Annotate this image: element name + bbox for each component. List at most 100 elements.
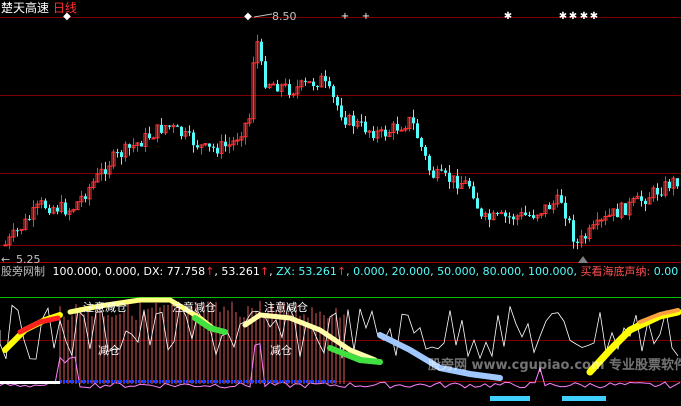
candle-down <box>504 212 507 217</box>
candle-down <box>396 123 399 131</box>
dx-label: DX: <box>143 265 164 278</box>
signal-dot <box>93 380 95 383</box>
annotation-reduce-1: 注意减仓 <box>83 301 127 314</box>
signal-dot <box>225 380 227 383</box>
signal-dot <box>300 380 302 383</box>
candle-up <box>399 129 404 132</box>
signal-strip <box>490 396 530 401</box>
signal-dot <box>249 380 251 383</box>
signal-dot <box>318 380 320 383</box>
signal-dot <box>141 380 143 383</box>
signal-value: 0.00 <box>653 265 679 278</box>
signal-dot <box>315 380 317 383</box>
candle-down <box>448 172 451 182</box>
signal-dot <box>291 380 293 383</box>
indicator-name: 股旁网制 <box>1 265 45 278</box>
up-arrow-icon: ↑ <box>336 265 347 278</box>
stock-chart-window: ← ◆ ◆ + + ✱ ✱ ✱ ✱ ✱ 楚天高速 日线 8.50 5.25 股旁网制 100.00… <box>0 0 681 406</box>
candle-down <box>312 81 315 87</box>
candle-down <box>216 147 219 154</box>
candle-down <box>336 97 339 106</box>
signal-dot <box>216 380 218 383</box>
signal-dot <box>186 380 188 383</box>
indicator-rest: 0.000, 20.000, 50.000, 80.000, 100.000, <box>353 265 578 278</box>
signal-dot <box>108 380 110 383</box>
signal-dot <box>213 380 215 383</box>
candle-down <box>416 123 419 139</box>
candle-down <box>432 170 435 178</box>
candle-down <box>468 180 471 187</box>
candle-up <box>19 228 24 231</box>
candle-down <box>140 143 143 147</box>
candle-down <box>148 133 151 139</box>
signal-dot <box>294 380 296 383</box>
stock-name: 楚天高速 <box>1 1 50 15</box>
candle-up <box>599 219 604 222</box>
signal-dot <box>312 380 314 383</box>
signal-dot <box>123 380 125 383</box>
period-label: 日线 <box>52 1 77 15</box>
signal-dot <box>324 380 326 383</box>
baseline-white <box>0 381 60 384</box>
candle-down <box>188 131 191 133</box>
signal-dot <box>138 380 140 383</box>
candle-down <box>160 124 163 133</box>
signal-dot <box>180 380 182 383</box>
signal-strip <box>562 396 606 401</box>
signal-dot <box>69 380 71 383</box>
candle-down <box>352 115 355 127</box>
candle-down <box>576 241 579 243</box>
signal-dot <box>63 380 65 383</box>
signal-dot <box>117 380 119 383</box>
candle-down <box>560 195 563 203</box>
signal-dot <box>177 380 179 383</box>
signal-dot <box>183 380 185 383</box>
signal-dot <box>84 380 86 383</box>
indicator-values: 100.000, 0.000, <box>52 265 140 278</box>
candle-down <box>212 146 215 148</box>
candle-down <box>508 216 511 218</box>
signal-dot <box>126 380 128 383</box>
triangle-marker-icon <box>578 256 588 263</box>
candle-down <box>104 169 107 175</box>
signal-dot <box>78 380 80 383</box>
candle-down <box>364 121 367 133</box>
dx-value2: 53.261 <box>221 265 260 278</box>
signal-dot <box>105 380 107 383</box>
candle-down <box>180 126 183 137</box>
signal-dot <box>120 380 122 383</box>
signal-dot <box>159 380 161 383</box>
signal-dot <box>195 380 197 383</box>
signal-dot <box>309 380 311 383</box>
candle-down <box>676 178 679 187</box>
candle-down <box>208 143 211 147</box>
candle-down <box>496 213 499 215</box>
signal-dot <box>279 380 281 383</box>
candle-up <box>283 83 288 86</box>
signal-dot <box>147 380 149 383</box>
candle-down <box>372 131 375 139</box>
indicator-values-bar: 股旁网制 100.000, 0.000, DX: 77.758↑, 53.261… <box>1 265 679 278</box>
signal-dot <box>231 380 233 383</box>
candle-down <box>176 125 179 127</box>
signal-dot <box>153 380 155 383</box>
candle-down <box>656 187 659 195</box>
candle-down <box>624 203 627 215</box>
candle-down <box>640 196 643 201</box>
candle-up <box>271 83 276 86</box>
signal-dot <box>150 380 152 383</box>
zx-value: 53.261 <box>298 265 337 278</box>
signal-dot <box>114 380 116 383</box>
signal-dot <box>90 380 92 383</box>
signal-dot <box>60 380 62 383</box>
band-red <box>17 315 61 335</box>
candle-down <box>572 220 575 242</box>
signal-dot <box>219 380 221 383</box>
candle-down <box>260 41 263 62</box>
candle-down <box>304 80 307 82</box>
signal-marker-icon: ◆ <box>244 11 252 22</box>
signal-dot <box>210 380 212 383</box>
candle-down <box>424 146 427 156</box>
candle-down <box>288 84 291 95</box>
signal-marker-icon: ✱ <box>580 11 588 22</box>
